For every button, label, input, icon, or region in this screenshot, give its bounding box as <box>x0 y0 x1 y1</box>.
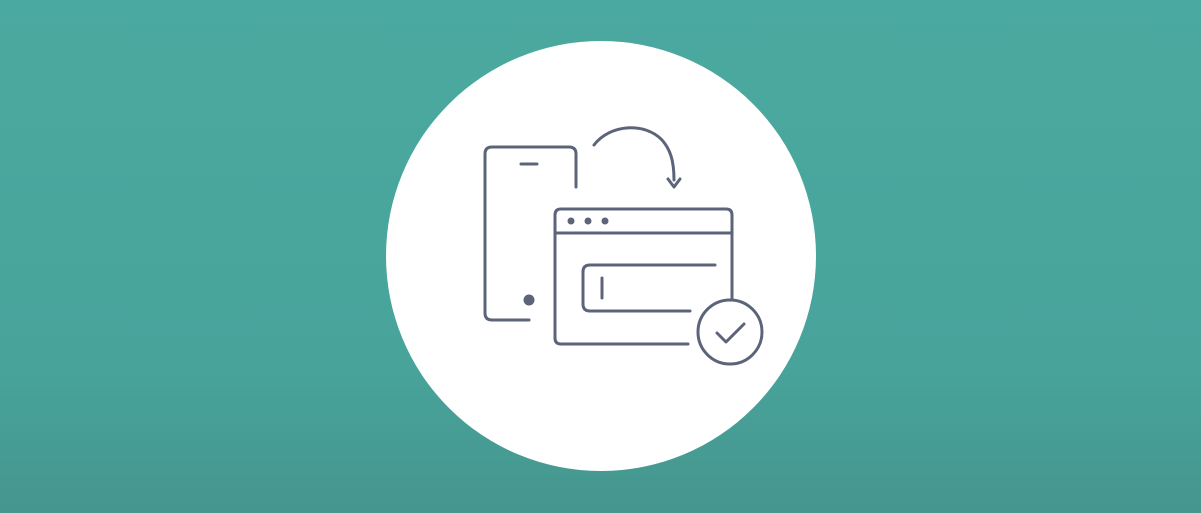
banner <box>0 0 1201 513</box>
curved-arrow-icon <box>592 126 682 189</box>
browser-dot-icon <box>567 217 575 225</box>
input-field-icon <box>581 263 717 313</box>
checkmark-circle-icon <box>696 298 764 366</box>
browser-dot-icon <box>584 217 592 225</box>
browser-dot-icon <box>601 217 609 225</box>
phone-home-button-icon <box>523 294 535 306</box>
device-to-browser-illustration <box>483 126 764 366</box>
